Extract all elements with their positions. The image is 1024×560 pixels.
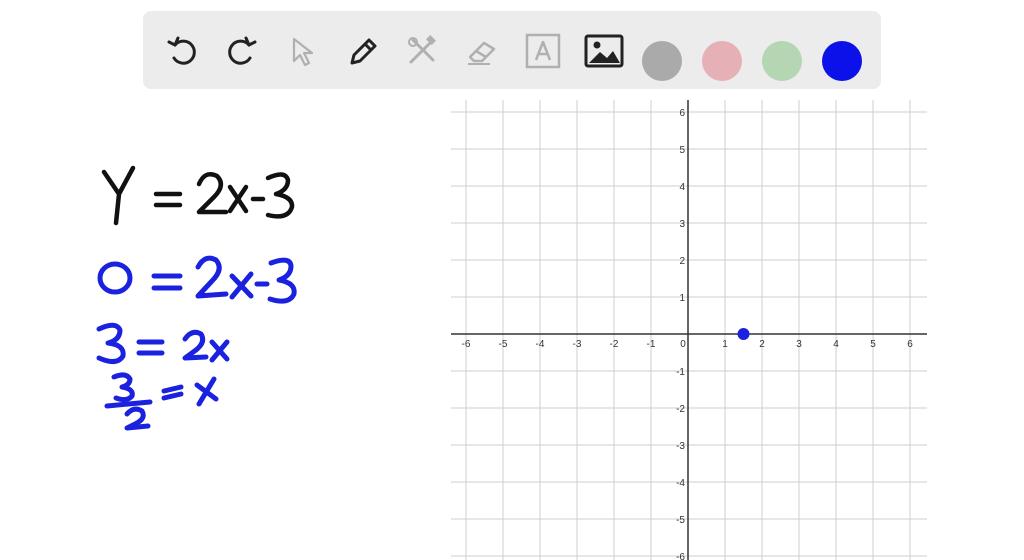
y-tick-label: 3 <box>679 219 685 230</box>
text-tool-button[interactable] <box>523 31 563 71</box>
y-tick-label: -1 <box>676 367 685 378</box>
undo-button[interactable] <box>163 31 203 71</box>
undo-icon <box>167 36 196 65</box>
tools-button[interactable] <box>402 31 442 71</box>
x-tick-label: -5 <box>499 339 508 350</box>
x-tick-label: 6 <box>907 339 913 350</box>
x-tick-label: 2 <box>759 339 765 350</box>
x-tick-label: 0 <box>680 339 686 350</box>
x-tick-label: 4 <box>833 339 839 350</box>
pen-tool-button[interactable] <box>342 31 382 71</box>
eraser-icon <box>468 41 496 65</box>
y-tick-label: -2 <box>676 404 685 415</box>
image-tool-button[interactable] <box>584 31 624 71</box>
color-swatch-gray[interactable] <box>642 41 682 81</box>
graph-grid <box>451 100 927 560</box>
y-tick-label: -5 <box>676 515 685 526</box>
graph-axes <box>451 100 927 560</box>
x-tick-label: -6 <box>462 339 471 350</box>
x-tick-label: 1 <box>722 339 728 350</box>
x-tick-label: -4 <box>536 339 545 350</box>
color-swatch-green[interactable] <box>762 41 802 81</box>
y-tick-label: -6 <box>676 552 685 560</box>
y-tick-label: 6 <box>679 108 685 119</box>
select-tool-button[interactable] <box>281 31 321 71</box>
coordinate-plane: -6 -5 -4 -3 -2 -1 0 1 2 3 4 5 6 -6 -5 -4 -3 -2 -1 1 2 3 4 5 6 <box>451 100 927 560</box>
plotted-points <box>737 328 750 340</box>
text-box-icon <box>525 33 561 69</box>
whiteboard-canvas[interactable]: -6 -5 -4 -3 -2 -1 0 1 2 3 4 5 6 -6 -5 -4 -3 -2 -1 1 2 3 4 5 6 <box>0 96 1024 560</box>
drawing-toolbar <box>143 11 881 89</box>
y-tick-label: -3 <box>676 441 685 452</box>
redo-icon <box>228 36 257 65</box>
x-tick-label: -1 <box>647 339 656 350</box>
eraser-button[interactable] <box>462 31 502 71</box>
tools-icon <box>408 35 436 64</box>
y-tick-label: 5 <box>679 145 685 156</box>
color-swatch-blue[interactable] <box>822 41 862 81</box>
select-pointer-icon <box>292 37 314 67</box>
color-swatch-pink[interactable] <box>702 41 742 81</box>
image-icon <box>584 34 624 68</box>
y-tick-label: 1 <box>679 293 685 304</box>
plotted-point <box>737 328 750 340</box>
x-tick-label: -3 <box>573 339 582 350</box>
y-tick-label: 4 <box>679 182 685 193</box>
redo-button[interactable] <box>221 31 261 71</box>
y-tick-label: 2 <box>679 256 685 267</box>
y-tick-label: -4 <box>676 478 685 489</box>
x-tick-label: -2 <box>610 339 619 350</box>
pen-icon <box>350 38 377 65</box>
x-tick-label: 5 <box>870 339 876 350</box>
x-tick-label: 3 <box>796 339 802 350</box>
